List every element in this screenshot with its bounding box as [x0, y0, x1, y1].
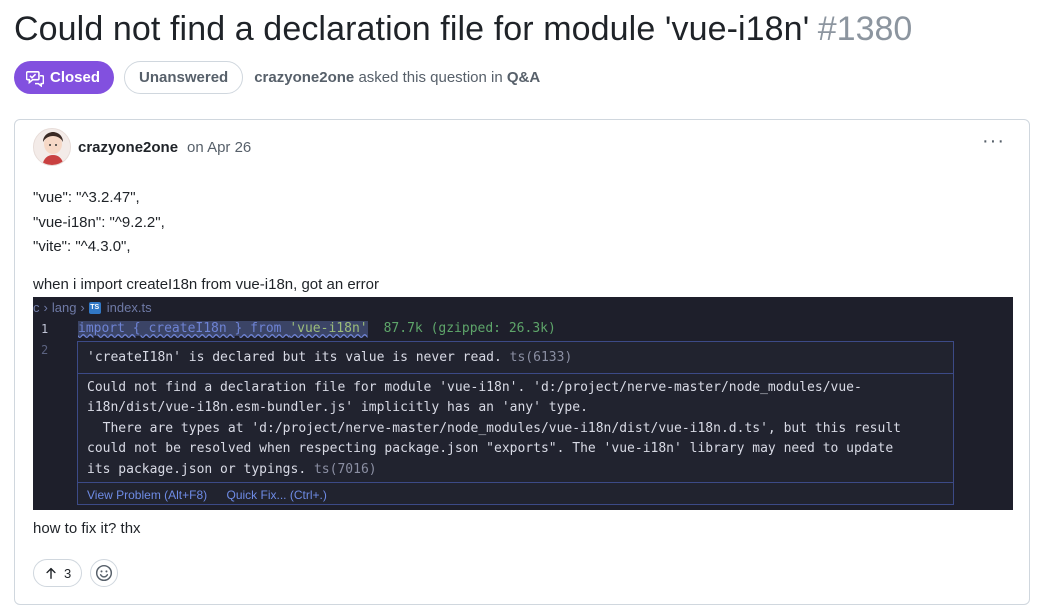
dependency-line: "vite": "^4.3.0",: [33, 238, 131, 255]
smiley-icon: [96, 564, 113, 582]
status-badge: Closed: [14, 61, 115, 94]
dependency-line: "vue-i18n": "^9.2.2",: [33, 213, 165, 231]
error-line: i18n/dist/vue-i18n.esm-bundler.js' impli…: [87, 400, 588, 416]
declaration-error: Could not find a declaration file for mo…: [87, 378, 947, 480]
post-header: crazyone2one on Apr 26: [33, 128, 251, 166]
discussion-closed-icon: [26, 70, 44, 87]
upvote-count: 3: [64, 565, 72, 581]
chevron-right-icon: ›: [43, 300, 48, 315]
discussion-title: Could not find a declaration file for mo…: [14, 10, 810, 48]
error-line-last: its package.json or typings. ts(7016): [87, 460, 947, 480]
post-author[interactable]: crazyone2one: [78, 139, 178, 156]
discussion-number: #1380: [817, 10, 913, 48]
unused-message: 'createI18n' is declared but its value i…: [87, 350, 502, 365]
import-code: import { createI18n } from: [78, 321, 290, 336]
error-line: its package.json or typings.: [87, 461, 307, 477]
post-outro-text: how to fix it? thx: [33, 520, 141, 537]
ts-code: ts(7016): [313, 461, 377, 477]
discussion-title-row: Could not find a declaration file for mo…: [14, 10, 912, 49]
breadcrumb-item: index.ts: [106, 300, 152, 315]
line-number: 2: [41, 343, 49, 357]
error-line: Could not find a declaration file for mo…: [87, 380, 862, 395]
answer-status-badge[interactable]: Unanswered: [124, 61, 244, 94]
post-intro-text: when i import createI18n from vue-i18n, …: [33, 276, 380, 293]
unused-warning: 'createI18n' is declared but its value i…: [87, 350, 572, 365]
asker-link[interactable]: crazyone2one: [254, 69, 354, 86]
code-line: import { createI18n } from 'vue-i18n' 87.…: [78, 321, 556, 336]
avatar[interactable]: [33, 128, 71, 166]
dependency-line: "vue": "^3.2.47",: [33, 189, 140, 206]
breadcrumb: c › lang › TS index.ts: [33, 300, 152, 315]
import-statement: import { createI18n } from 'vue-i18n': [78, 321, 368, 336]
tooltip-actions: View Problem (Alt+F8) Quick Fix... (Ctrl…: [87, 488, 343, 502]
category-link[interactable]: Q&A: [507, 69, 540, 86]
asked-info: crazyone2one asked this question in Q&A: [254, 69, 540, 86]
reactions-bar: 3: [33, 559, 119, 587]
typescript-file-icon: TS: [88, 301, 101, 314]
import-cost-hint: 87.7k (gzipped: 26.3k): [383, 321, 556, 336]
error-line: There are types at 'd:/project/nerve-mas…: [87, 420, 901, 436]
upvote-button[interactable]: 3: [33, 559, 83, 587]
kebab-menu-icon[interactable]: ···: [982, 130, 1005, 153]
dependency-list: "vue": "^3.2.47", "vue-i18n": "^9.2.2", …: [33, 186, 165, 260]
ts-code: ts(6133): [509, 350, 573, 365]
discussion-meta: Closed Unanswered crazyone2one asked thi…: [14, 61, 540, 94]
breadcrumb-item: c: [33, 300, 40, 315]
add-reaction-button[interactable]: [90, 559, 119, 587]
divider: [78, 482, 953, 483]
arrow-up-icon: [46, 567, 56, 579]
line-number: 1: [41, 322, 49, 336]
quick-fix-link[interactable]: Quick Fix... (Ctrl+.): [227, 488, 327, 502]
divider: [78, 373, 953, 374]
breadcrumb-item: lang: [51, 300, 77, 315]
import-module-string: 'vue-i18n': [289, 321, 368, 336]
post-date[interactable]: on Apr 26: [187, 139, 251, 156]
status-label: Closed: [50, 69, 101, 86]
discussion-post-card: crazyone2one on Apr 26 ··· "vue": "^3.2.…: [14, 119, 1030, 605]
chevron-right-icon: ›: [80, 300, 85, 315]
hover-tooltip: 'createI18n' is declared but its value i…: [77, 341, 954, 505]
asked-text: asked this question in: [358, 69, 503, 86]
avatar-image: [34, 129, 70, 165]
error-line: could not be resolved when respecting pa…: [87, 441, 894, 457]
view-problem-link[interactable]: View Problem (Alt+F8): [87, 488, 207, 502]
error-screenshot: c › lang › TS index.ts 1 2 import { crea…: [33, 297, 1013, 510]
